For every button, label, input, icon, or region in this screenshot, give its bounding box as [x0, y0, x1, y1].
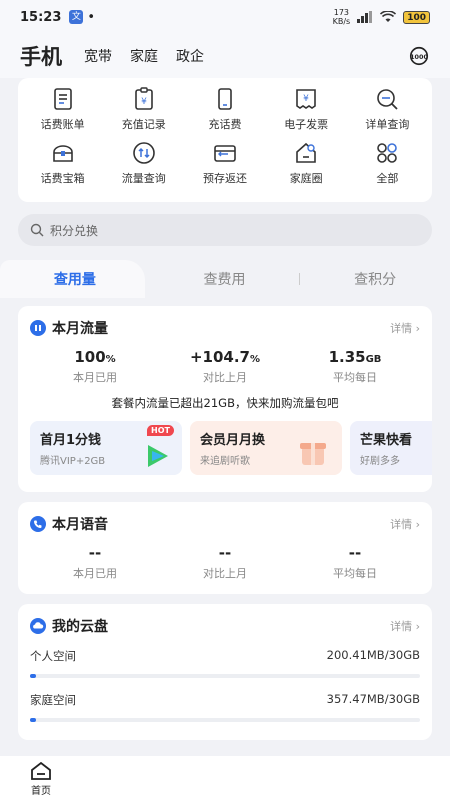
phone-recharge-icon [218, 88, 232, 110]
voice-stat-vs-last-month: -- 对比上月 [203, 544, 247, 580]
voice-stat-daily-average: -- 平均每日 [333, 544, 377, 580]
data-usage-title: 本月流量 [52, 321, 108, 337]
signal-icon [357, 11, 373, 23]
data-usage-stats: 100% 本月已用 +104.7% 对比上月 1.35GB 平均每日 [30, 348, 420, 385]
personal-space-bar [30, 674, 420, 678]
detail-query-icon [377, 89, 399, 110]
top-nav: 手机 宽带 家庭 政企 1000 [0, 34, 450, 78]
voice-details-link[interactable]: 详情 › [390, 516, 420, 532]
family-circle-icon [296, 142, 316, 163]
promo-card-mango[interactable]: 芒果快看 好剧多多 [350, 421, 432, 475]
wifi-icon [380, 11, 397, 22]
stat-daily-average: 1.35GB 平均每日 [328, 348, 382, 384]
search-icon [30, 223, 44, 237]
video-play-icon [148, 445, 168, 467]
svg-text:¥: ¥ [303, 94, 309, 104]
tab-fees[interactable]: 查费用 [150, 269, 300, 289]
bill-icon [53, 88, 72, 110]
quick-item-bill[interactable]: 话费账单 [22, 86, 103, 132]
family-space-row: 家庭空间 357.47MB/30GB [30, 692, 420, 722]
svg-text:¥: ¥ [141, 97, 147, 107]
personal-space-row: 个人空间 200.41MB/30GB [30, 648, 420, 678]
data-usage-card: 本月流量 详情 › 100% 本月已用 +104.7% 对比上月 1.35GB … [18, 306, 432, 492]
search-placeholder: 积分兑换 [50, 223, 99, 238]
tab-usage[interactable]: 查用量 [0, 269, 150, 289]
cloud-disk-card: 我的云盘 详情 › 个人空间 200.41MB/30GB 家庭空间 357.47MB… [18, 604, 432, 740]
promo-card-tencent[interactable]: 首月1分钱 腾讯VIP+2GB HOT [30, 421, 182, 475]
phone-call-icon [30, 516, 46, 532]
bottom-nav: 首页 [0, 756, 450, 800]
quick-item-phone-recharge[interactable]: 充话费 [184, 86, 265, 132]
quick-item-family-circle[interactable]: 家庭圈 [266, 140, 347, 186]
quick-services-grid: 话费账单 ¥ 充值记录 充话费 ¥ 电子发票 详单查询 话费宝箱 流量查询 预存… [22, 86, 428, 186]
data-query-icon [132, 142, 155, 164]
overage-notice: 套餐内流量已超出21GB，快来加购流量包吧 [111, 396, 339, 410]
voice-stats: -- 本月已用 -- 对比上月 -- 平均每日 [30, 544, 420, 581]
promo-carousel[interactable]: 首月1分钱 腾讯VIP+2GB HOT 会员月月换 来追剧听歌 芒果快看 好剧多… [30, 421, 432, 475]
quick-item-invoice[interactable]: ¥ 电子发票 [266, 86, 347, 132]
prepay-refund-icon [214, 145, 236, 162]
cloud-details-link[interactable]: 详情 › [390, 618, 420, 634]
tab-phone[interactable]: 手机 [20, 41, 62, 71]
data-usage-icon [30, 320, 46, 336]
home-icon [31, 762, 51, 780]
promo-card-membership[interactable]: 会员月月换 来追剧听歌 [190, 421, 342, 475]
stat-vs-last-month: +104.7% 对比上月 [189, 348, 261, 384]
customer-service-icon[interactable]: 1000 [408, 45, 430, 67]
tab-broadband[interactable]: 宽带 [84, 46, 112, 66]
data-usage-details-link[interactable]: 详情 › [390, 320, 420, 336]
quick-item-prepay-refund[interactable]: 预存返还 [184, 140, 265, 186]
tab-points[interactable]: 查积分 [300, 269, 450, 289]
voice-usage-card: 本月语音 详情 › -- 本月已用 -- 对比上月 -- 平均每日 [18, 502, 432, 594]
tab-enterprise[interactable]: 政企 [176, 46, 204, 66]
stat-used: 100% 本月已用 [73, 348, 117, 384]
points-search-bar[interactable]: 积分兑换 [18, 214, 432, 246]
cloud-icon [30, 618, 46, 634]
cloud-disk-title: 我的云盘 [52, 619, 108, 635]
nav-home[interactable]: 首页 [30, 762, 52, 797]
quick-services-card: 话费账单 ¥ 充值记录 充话费 ¥ 电子发票 详单查询 话费宝箱 流量查询 预存… [18, 78, 432, 202]
quick-item-data-query[interactable]: 流量查询 [103, 140, 184, 186]
battery-indicator: 100 [403, 10, 430, 24]
notification-dot: • [87, 9, 96, 25]
quick-item-treasure-box[interactable]: 话费宝箱 [22, 140, 103, 186]
quick-item-detail-query[interactable]: 详单查询 [347, 86, 428, 132]
voice-stat-used: -- 本月已用 [73, 544, 117, 580]
net-speed: 173 KB/s [332, 8, 351, 26]
voice-usage-title: 本月语音 [52, 517, 108, 533]
clock: 15:23 [20, 9, 62, 25]
svg-text:1000: 1000 [410, 53, 428, 61]
tab-family[interactable]: 家庭 [130, 46, 158, 66]
invoice-icon: ¥ [296, 89, 316, 109]
quick-item-recharge-record[interactable]: ¥ 充值记录 [103, 86, 184, 132]
all-services-icon [377, 143, 398, 163]
treasure-box-icon [52, 145, 73, 162]
query-tabs: 查用量 查费用 查积分 [0, 260, 450, 298]
gift-icon [300, 443, 326, 465]
hot-badge: HOT [147, 425, 174, 436]
translate-app-icon: 文 [69, 10, 84, 24]
family-space-bar [30, 718, 420, 722]
status-bar: 15:23 文 • 173 KB/s 100 [0, 0, 450, 34]
quick-item-all-services[interactable]: 全部 [347, 140, 428, 186]
recharge-record-icon: ¥ [134, 87, 153, 110]
